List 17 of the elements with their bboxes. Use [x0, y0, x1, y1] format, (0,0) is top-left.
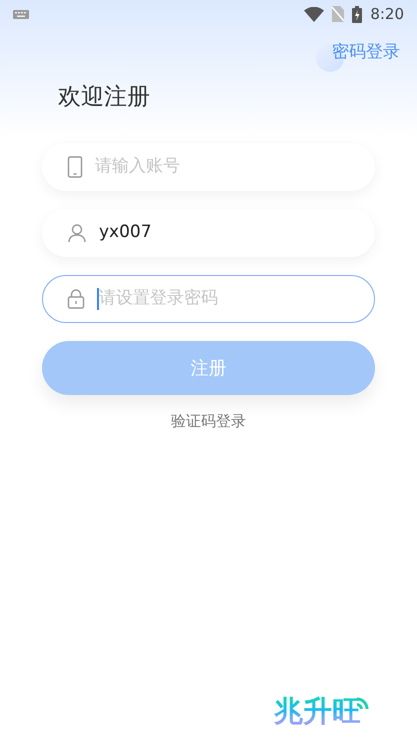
input-field[interactable]: 请输入账号: [42, 143, 375, 191]
phone-icon: [67, 156, 83, 178]
input-field[interactable]: 请设置登录密码: [42, 275, 375, 323]
status-time: 8:20: [370, 4, 404, 25]
user-icon: [67, 223, 87, 243]
text-cursor: [97, 288, 99, 310]
field-value: yx007: [99, 221, 152, 244]
input-field[interactable]: yx007: [42, 209, 375, 257]
battery-charging-icon: [352, 6, 362, 22]
lock-icon: [67, 289, 85, 309]
page-title: 欢迎注册: [58, 82, 151, 112]
no-sim-icon: [332, 6, 344, 22]
wifi-icon: [304, 6, 324, 22]
field-placeholder: 请输入账号: [95, 155, 180, 178]
field-placeholder: 请设置登录密码: [99, 287, 218, 310]
sms-login-link[interactable]: 验证码登录: [171, 410, 246, 432]
password-login-link[interactable]: 密码登录: [332, 40, 400, 66]
